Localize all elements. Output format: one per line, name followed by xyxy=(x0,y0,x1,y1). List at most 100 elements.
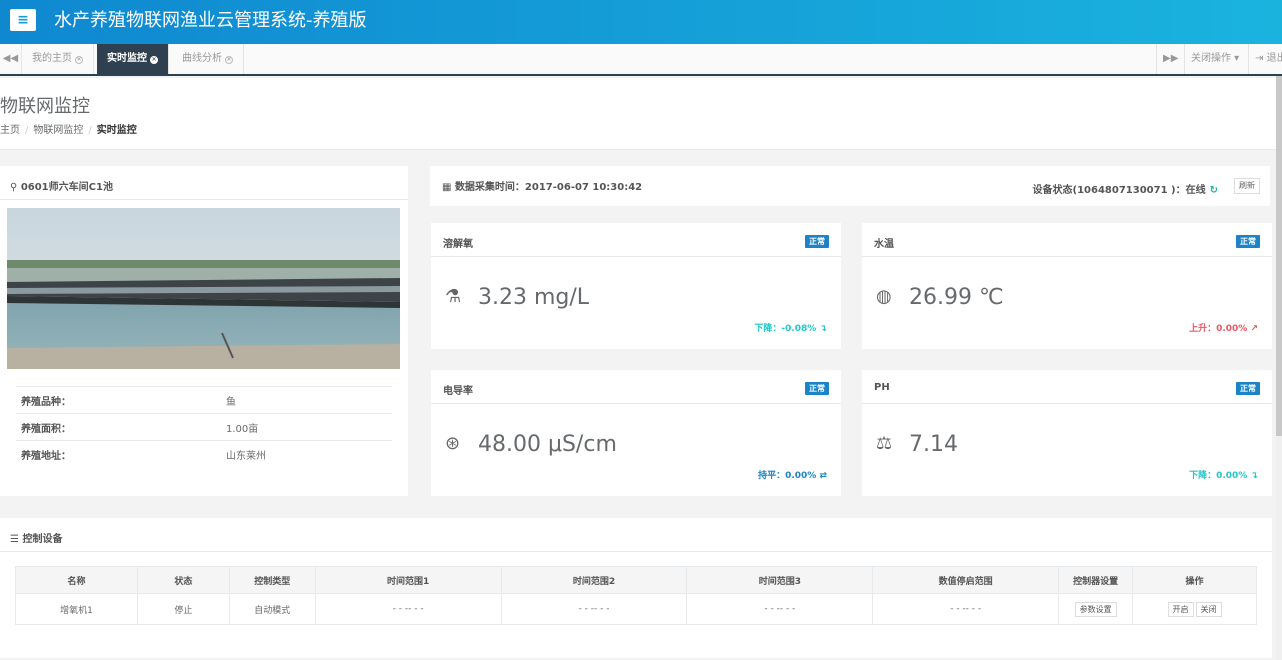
time-range-2: - - -- - - xyxy=(500,593,688,625)
tabs-scroll-left-icon[interactable]: ◀◀ xyxy=(0,44,22,74)
pond-panel-header: ⚲ 0601师六车间C1池 xyxy=(0,166,408,200)
sensor-card-ph: PH 正常 ⚖ 7.14 下降：0.00% ↴ xyxy=(862,370,1272,496)
trend-down-icon: ↴ xyxy=(819,324,827,334)
tab-close-icon[interactable]: ✕ xyxy=(150,56,158,64)
controller-settings-cell: 参数设置 xyxy=(1058,593,1134,625)
tab-close-icon[interactable]: ✕ xyxy=(75,56,83,64)
logout-button[interactable]: ⇥ 退出 xyxy=(1248,44,1282,74)
info-value: 鱼 xyxy=(221,386,392,414)
parameter-settings-button[interactable]: 参数设置 xyxy=(1074,601,1117,617)
sensor-trend: 上升：0.00% ↗ xyxy=(1189,321,1258,334)
page-scrollbar[interactable] xyxy=(1276,76,1282,660)
turn-off-button[interactable]: 关闭 xyxy=(1195,601,1222,617)
control-title-label: 控制设备 xyxy=(22,534,63,545)
column-header: 名称 xyxy=(15,566,138,594)
table-header-row: 名称 状态 控制类型 时间范围1 时间范围2 时间范围3 数值停启范围 控制器设… xyxy=(15,566,1257,594)
table-row: 养殖面积： 1.00亩 xyxy=(16,413,392,441)
breadcrumb: 主页 / 物联网监控 / 实时监控 xyxy=(0,121,137,136)
trend-text: 下降：0.00% xyxy=(1189,471,1248,481)
app-title: 水产养殖物联网渔业云管理系统-养殖版 xyxy=(54,10,367,31)
tab-label: 曲线分析 xyxy=(182,53,222,64)
column-header: 控制类型 xyxy=(228,566,316,594)
control-panel-header: ☰ 控制设备 xyxy=(0,518,1272,552)
breadcrumb-current: 实时监控 xyxy=(96,125,137,136)
column-header: 时间范围1 xyxy=(314,566,502,594)
trend-flat-icon: ⇄ xyxy=(819,471,827,481)
sync-icon: ↻ xyxy=(1209,185,1218,196)
column-header: 时间范围3 xyxy=(686,566,874,594)
breadcrumb-iot[interactable]: 物联网监控 xyxy=(33,125,83,136)
sensor-card-conductivity: 电导率 正常 ⊛ 48.00 μS/cm 持平：0.00% ⇄ xyxy=(431,370,841,496)
table-row: 增氧机1 停止 自动模式 - - -- - - - - -- - - - - -… xyxy=(15,593,1257,625)
column-header: 状态 xyxy=(136,566,230,594)
breadcrumb-home[interactable]: 主页 xyxy=(0,125,20,136)
breadcrumb-separator: / xyxy=(25,125,29,136)
control-type: 自动模式 xyxy=(228,593,316,625)
sensor-name: PH xyxy=(874,382,890,393)
sensor-trend: 持平：0.00% ⇄ xyxy=(758,468,827,481)
sensor-card-header: 溶解氧 正常 xyxy=(431,223,841,257)
turn-on-button[interactable]: 开启 xyxy=(1167,601,1194,617)
control-devices-panel: ☰ 控制设备 名称 状态 控制类型 时间范围1 时间范围2 时间范围3 数值停启… xyxy=(0,518,1272,658)
operation-cell: 开启 关闭 xyxy=(1132,593,1257,625)
info-label: 养殖面积： xyxy=(16,413,221,441)
pond-info-table: 养殖品种：鱼 养殖面积： 1.00亩 养殖地址： 山东莱州 xyxy=(16,386,392,468)
trend-down-icon: ↴ xyxy=(1250,471,1258,481)
control-devices-table: 名称 状态 控制类型 时间范围1 时间范围2 时间范围3 数值停启范围 控制器设… xyxy=(15,566,1257,625)
column-header: 操作 xyxy=(1132,566,1257,594)
value-range: - - -- - - xyxy=(872,593,1060,625)
pulse-icon: ⊛ xyxy=(445,433,461,454)
page-heading: 物联网监控 主页 / 物联网监控 / 实时监控 xyxy=(0,78,1282,150)
menu-toggle-button[interactable]: ≡ xyxy=(10,9,36,31)
info-value: 1.00亩 xyxy=(221,413,392,441)
info-value: 山东莱州 xyxy=(221,440,392,468)
trend-text: 持平：0.00% xyxy=(758,471,817,481)
status-badge: 正常 xyxy=(805,382,829,395)
column-header: 控制器设置 xyxy=(1058,566,1134,594)
pond-name: 0601师六车间C1池 xyxy=(20,182,113,193)
pond-panel: ⚲ 0601师六车间C1池 养殖品种：鱼 养殖面积： 1.00亩 养殖地址： 山… xyxy=(0,166,408,496)
sensor-card-dissolved-oxygen: 溶解氧 正常 ⚗ 3.23 mg/L 下降：-0.08% ↴ xyxy=(431,223,841,349)
device-status-label: 设备状态(1064807130071 )：在线 xyxy=(1032,185,1206,196)
tab-label: 实时监控 xyxy=(107,53,147,64)
column-header: 数值停启范围 xyxy=(872,566,1060,594)
status-badge: 正常 xyxy=(1236,382,1260,395)
collection-time-label: 数据采集时间：2017-06-07 10:30:42 xyxy=(454,182,643,193)
pond-photo-image xyxy=(7,208,400,369)
collection-time-bar: ▦ 数据采集时间：2017-06-07 10:30:42 设备状态(106480… xyxy=(430,166,1270,206)
refresh-button[interactable]: 刷新 xyxy=(1234,178,1260,194)
collection-time: ▦ 数据采集时间：2017-06-07 10:30:42 xyxy=(442,178,642,193)
top-header: ≡ 水产养殖物联网渔业云管理系统-养殖版 xyxy=(0,0,1282,44)
sensor-value-row: ⊛ 48.00 μS/cm xyxy=(445,432,617,457)
status-badge: 正常 xyxy=(1236,235,1260,248)
trend-text: 下降：-0.08% xyxy=(754,324,817,334)
sensor-value-row: ⚖ 7.14 xyxy=(876,432,958,457)
page-title: 物联网监控 xyxy=(0,96,90,117)
pond-photo xyxy=(7,208,400,369)
table-row: 养殖品种：鱼 xyxy=(16,386,392,414)
map-pin-icon: ⚲ xyxy=(10,182,18,193)
calendar-icon: ▦ xyxy=(442,182,452,193)
info-label: 养殖品种： xyxy=(16,386,221,414)
sensor-value: 48.00 μS/cm xyxy=(478,432,617,457)
trend-text: 上升：0.00% xyxy=(1189,324,1248,334)
sensor-card-header: 水温 正常 xyxy=(862,223,1272,257)
trend-up-icon: ↗ xyxy=(1250,324,1258,334)
sliders-icon: ☰ xyxy=(10,534,19,545)
logout-label: 退出 xyxy=(1266,53,1282,64)
scrollbar-thumb[interactable] xyxy=(1276,76,1282,436)
device-state: 停止 xyxy=(136,593,230,625)
tab-realtime-monitor[interactable]: 实时监控 ✕ xyxy=(97,44,169,74)
time-range-1: - - -- - - xyxy=(314,593,502,625)
sensor-card-water-temperature: 水温 正常 ◍ 26.99 ℃ 上升：0.00% ↗ xyxy=(862,223,1272,349)
sensor-value: 3.23 mg/L xyxy=(478,285,590,310)
tabs-scroll-right-icon[interactable]: ▶▶ xyxy=(1156,44,1184,74)
tab-home[interactable]: 我的主页 ✕ xyxy=(22,44,94,74)
flask-icon: ⚗ xyxy=(445,286,462,307)
sensor-value: 26.99 ℃ xyxy=(909,285,1004,310)
tab-curve-analysis[interactable]: 曲线分析 ✕ xyxy=(172,44,244,74)
sensor-value: 7.14 xyxy=(909,432,958,457)
close-operations-dropdown[interactable]: 关闭操作 ▾ xyxy=(1184,44,1248,74)
tab-close-icon[interactable]: ✕ xyxy=(225,56,233,64)
time-range-3: - - -- - - xyxy=(686,593,874,625)
